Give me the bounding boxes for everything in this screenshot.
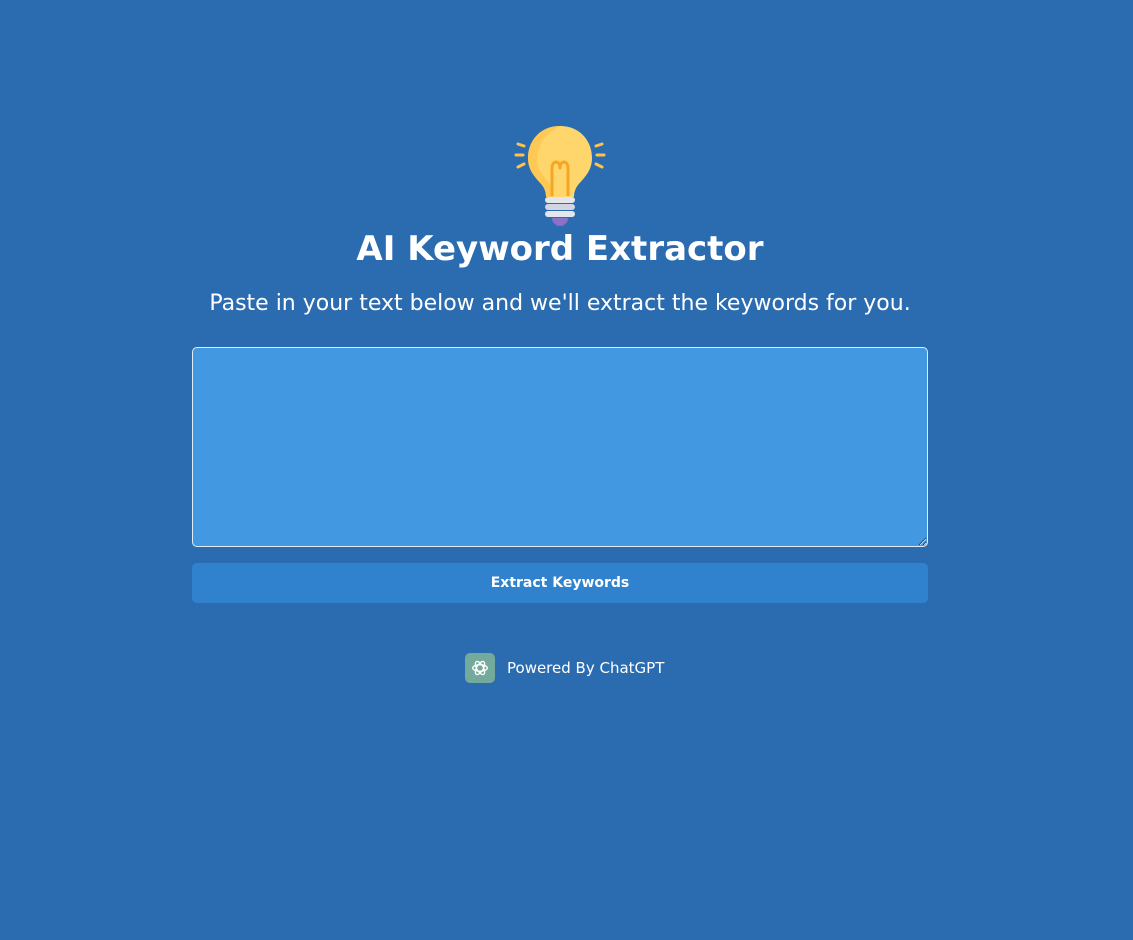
powered-by-text: Powered By ChatGPT bbox=[507, 659, 665, 677]
page-title: AI Keyword Extractor bbox=[356, 229, 764, 269]
chatgpt-logo-icon bbox=[465, 653, 495, 683]
text-input[interactable] bbox=[192, 347, 928, 547]
page-subtitle: Paste in your text below and we'll extra… bbox=[209, 291, 911, 316]
powered-by-footer: Powered By ChatGPT bbox=[465, 653, 664, 683]
lightbulb-icon bbox=[510, 122, 610, 230]
extract-keywords-button[interactable]: Extract Keywords bbox=[192, 563, 928, 603]
page: AI Keyword Extractor Paste in your text … bbox=[0, 0, 1133, 940]
